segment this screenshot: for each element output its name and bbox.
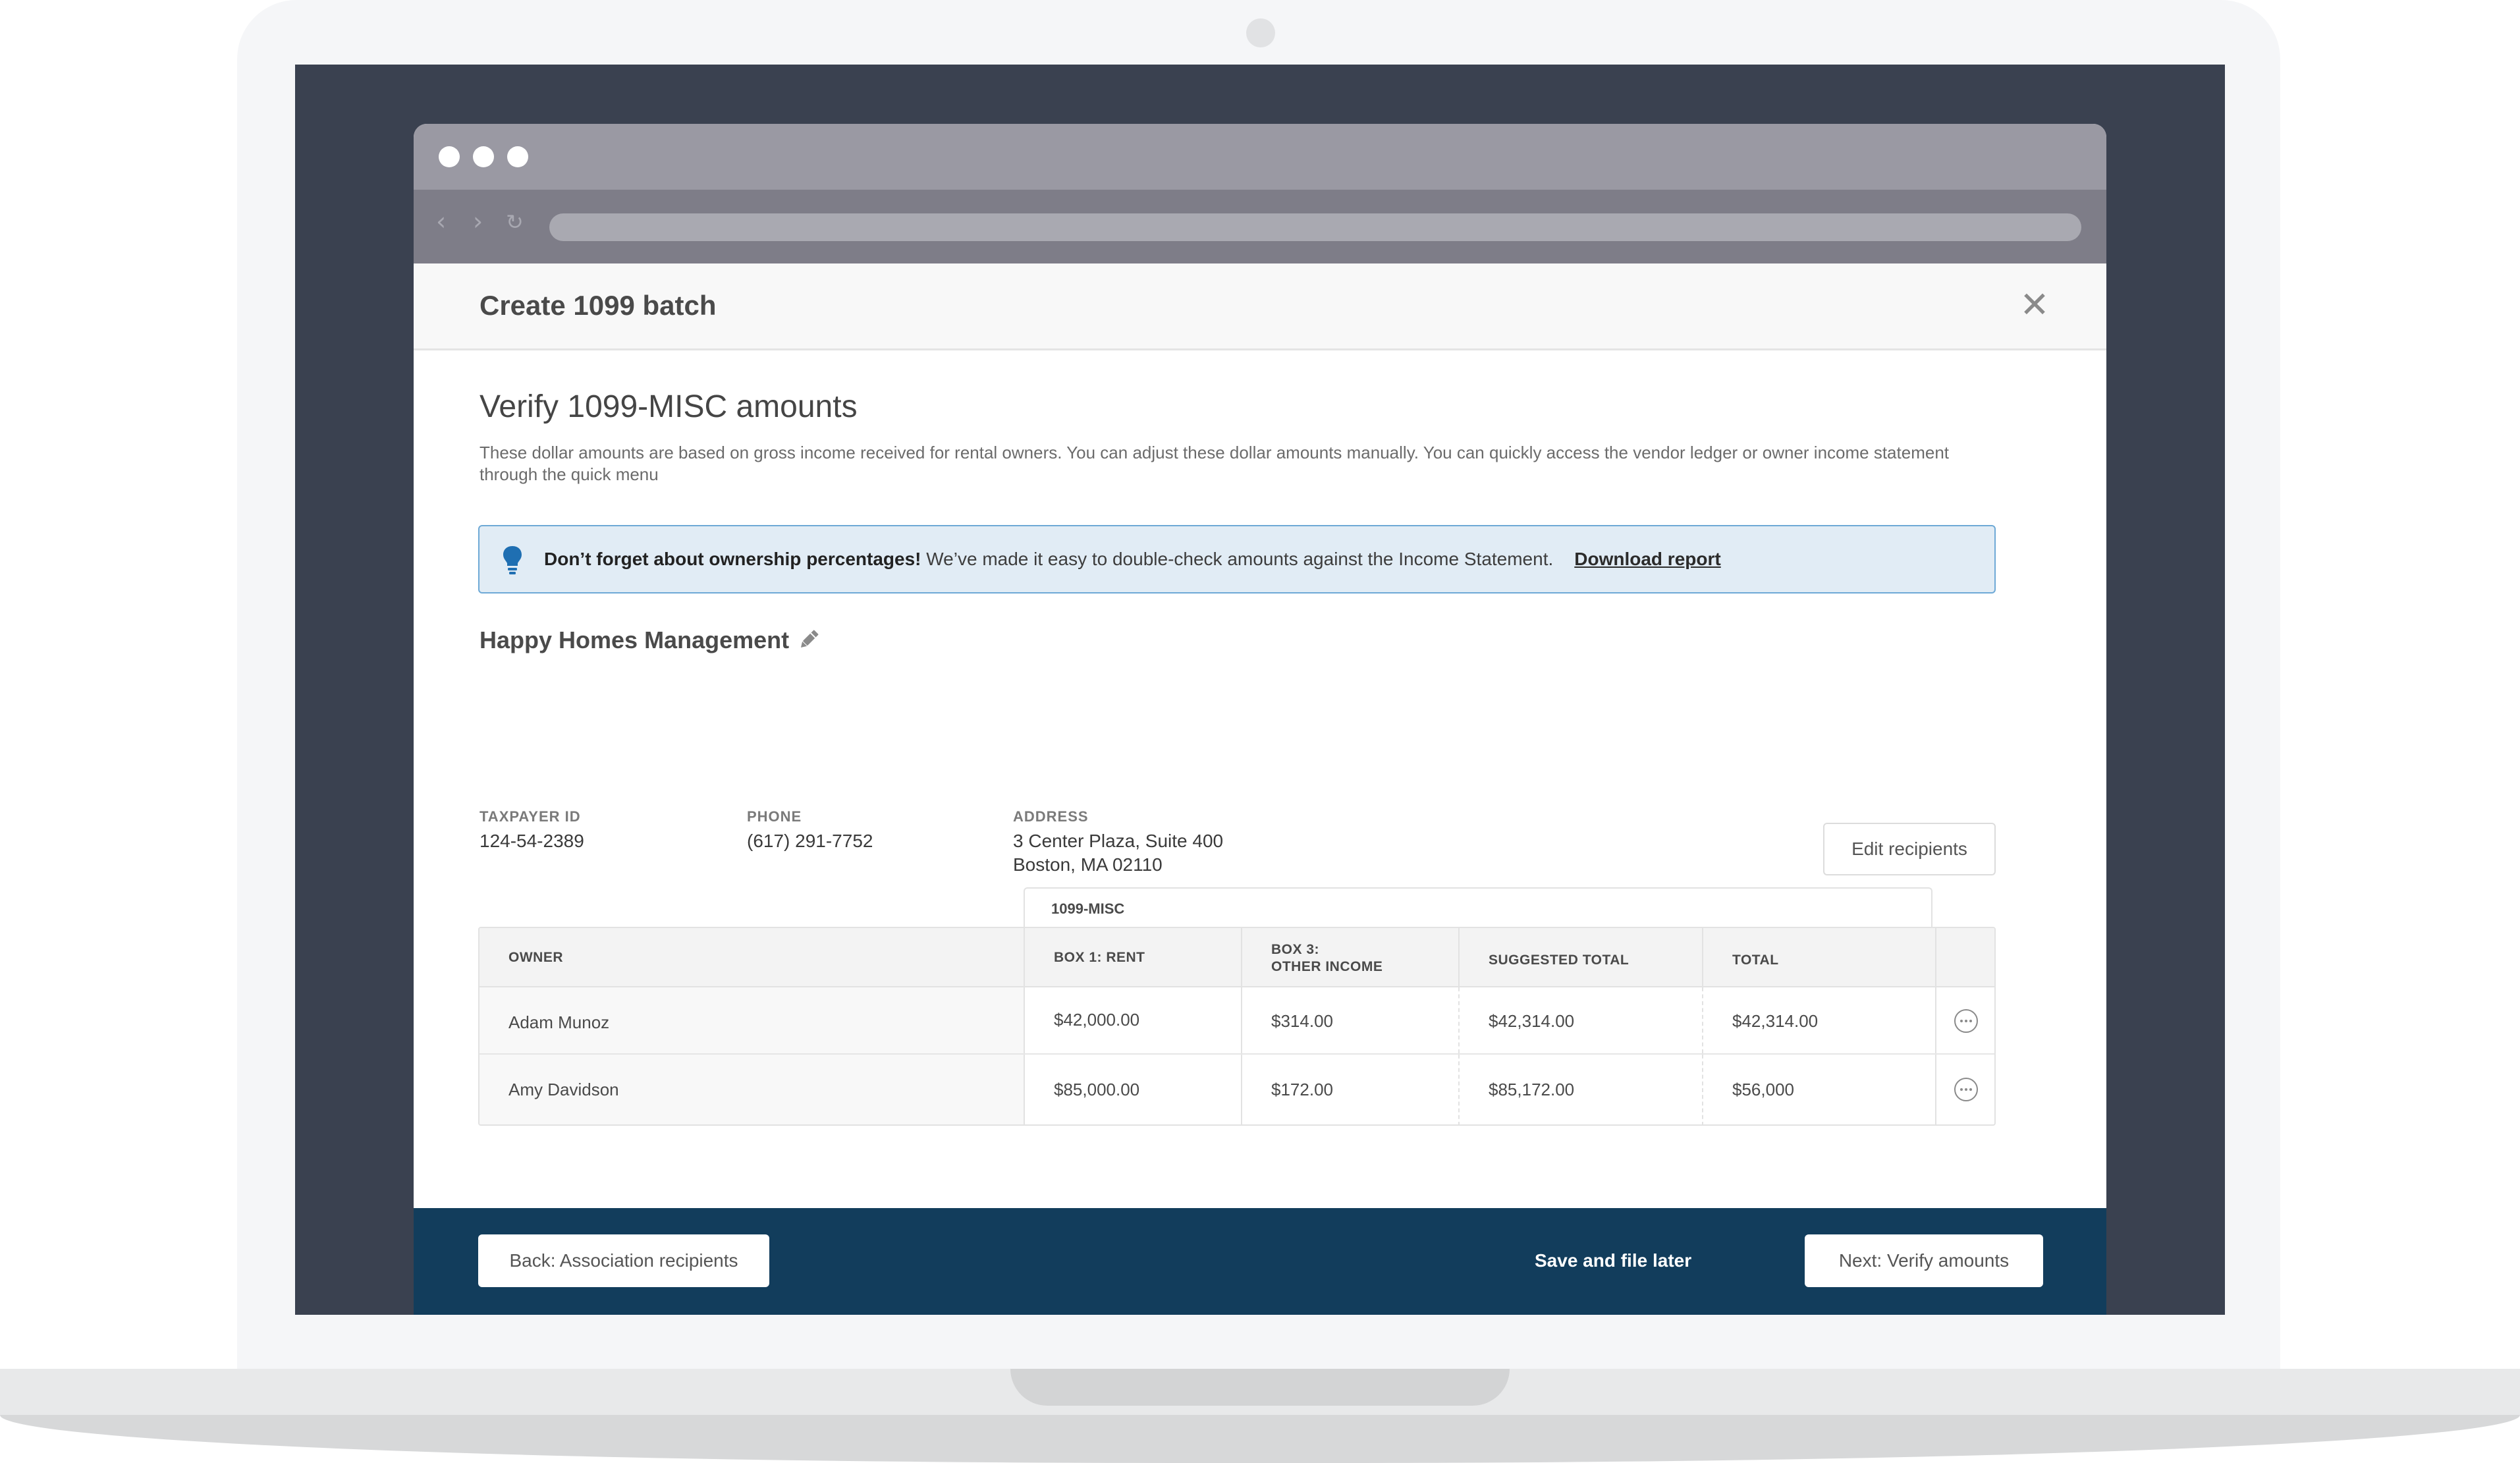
edit-recipients-button[interactable]: Edit recipients [1823, 823, 1996, 875]
header-total: TOTAL [1702, 928, 1935, 986]
header-box1: BOX 1: RENT [1024, 928, 1241, 986]
address-label: ADDRESS [1013, 808, 1089, 825]
box3-cell[interactable]: $314.00 [1241, 987, 1458, 1053]
modal-content: Verify 1099-MISC amounts These dollar am… [414, 352, 2106, 1209]
company-name: Happy Homes Management [479, 626, 790, 653]
table-row: Adam Munoz $42,000.00 $314.00 $42,314.00… [479, 987, 1994, 1055]
box1-cell[interactable]: $85,000.00 [1024, 1055, 1241, 1124]
total-cell[interactable]: $56,000 [1702, 1055, 1935, 1124]
taxpayer-id-label: TAXPAYER ID [479, 808, 581, 825]
url-bar[interactable] [549, 213, 2081, 241]
window-minimize-dot[interactable] [473, 146, 494, 167]
section-description: These dollar amounts are based on gross … [479, 443, 1949, 484]
box3-cell[interactable]: $172.00 [1241, 1055, 1458, 1124]
table-row: Amy Davidson $85,000.00 $172.00 $85,172.… [479, 1055, 1994, 1124]
taxpayer-id-value: 124-54-2389 [479, 831, 584, 851]
header-suggested: SUGGESTED TOTAL [1458, 928, 1702, 986]
phone-label: PHONE [747, 808, 802, 825]
box1-value: $85,000.00 [1054, 1080, 1140, 1099]
box1-cell[interactable]: $42,000.00 [1024, 987, 1241, 1053]
total-cell[interactable]: $42,314.00 [1702, 987, 1935, 1053]
modal-footer: Back: Association recipients Save and fi… [414, 1208, 2106, 1315]
modal-header: Create 1099 batch ✕ [414, 263, 2106, 350]
browser-titlebar [414, 124, 2106, 190]
header-total-label: TOTAL [1732, 952, 1779, 968]
section-title: Verify 1099-MISC amounts [479, 389, 858, 424]
header-actions [1935, 928, 1994, 986]
header-box3-line2: OTHER INCOME [1271, 959, 1383, 974]
tip-text: Don’t forget about ownership percentages… [544, 549, 1721, 570]
back-arrow-icon[interactable]: ‹ [436, 207, 446, 236]
window-maximize-dot[interactable] [507, 146, 528, 167]
table-header-row: OWNER BOX 1: RENT BOX 3: OTHER INCOME SU… [479, 928, 1994, 987]
address-line2: Boston, MA 02110 [1013, 854, 1163, 875]
header-owner: OWNER [479, 928, 1024, 986]
total-value: $42,314.00 [1732, 1011, 1819, 1031]
tip-bold-text: Don’t forget about ownership percentages… [544, 549, 921, 569]
header-box1-label: BOX 1: RENT [1054, 950, 1145, 965]
header-box3: BOX 3: OTHER INCOME [1241, 928, 1458, 986]
owner-name: Amy Davidson [508, 1080, 619, 1099]
window-close-dot[interactable] [439, 146, 460, 167]
form-group-label: 1099-MISC [1051, 900, 1125, 917]
box3-value: $314.00 [1271, 1011, 1333, 1031]
box1-value: $42,000.00 [1054, 1010, 1140, 1030]
modal-title: Create 1099 batch [479, 290, 717, 321]
amounts-table: OWNER BOX 1: RENT BOX 3: OTHER INCOME SU… [478, 927, 1996, 1126]
more-options-icon[interactable] [1954, 1008, 1979, 1034]
suggested-cell: $42,314.00 [1458, 987, 1702, 1053]
camera-icon [1246, 18, 1275, 47]
tip-body-text: We’ve made it easy to double-check amoun… [921, 549, 1554, 569]
owner-cell: Adam Munoz [479, 987, 1024, 1053]
header-box3-line1: BOX 3: [1271, 942, 1320, 957]
suggested-cell: $85,172.00 [1458, 1055, 1702, 1124]
actions-cell [1935, 987, 1994, 1053]
phone-value: (617) 291-7752 [747, 831, 873, 851]
suggested-value: $85,172.00 [1489, 1080, 1575, 1099]
address-line1: 3 Center Plaza, Suite 400 [1013, 831, 1224, 851]
form-group-header: 1099-MISC [1024, 887, 1932, 927]
owner-cell: Amy Davidson [479, 1055, 1024, 1124]
download-report-link[interactable]: Download report [1574, 549, 1720, 569]
owner-name: Adam Munoz [508, 1012, 610, 1032]
total-value: $56,000 [1732, 1080, 1794, 1099]
next-button[interactable]: Next: Verify amounts [1805, 1234, 2043, 1287]
browser-window: ‹ › ↻ Create 1099 batch ✕ Verify 1099-MI… [414, 124, 2106, 1315]
laptop-notch [1010, 1369, 1510, 1406]
back-button[interactable]: Back: Association recipients [478, 1234, 769, 1287]
actions-cell [1935, 1055, 1994, 1124]
suggested-value: $42,314.00 [1489, 1011, 1575, 1031]
lightbulb-icon [503, 546, 522, 574]
forward-arrow-icon[interactable]: › [473, 207, 483, 236]
close-icon[interactable]: ✕ [2018, 287, 2051, 323]
save-and-file-later-link[interactable]: Save and file later [1535, 1250, 1691, 1271]
tip-banner: Don’t forget about ownership percentages… [478, 525, 1996, 593]
header-suggested-label: SUGGESTED TOTAL [1489, 952, 1630, 968]
laptop-foot [0, 1415, 2520, 1463]
pencil-icon[interactable] [797, 628, 821, 651]
more-options-icon[interactable] [1954, 1077, 1979, 1102]
box3-value: $172.00 [1271, 1080, 1333, 1099]
reload-icon[interactable]: ↻ [506, 209, 524, 235]
header-owner-label: OWNER [508, 950, 563, 965]
